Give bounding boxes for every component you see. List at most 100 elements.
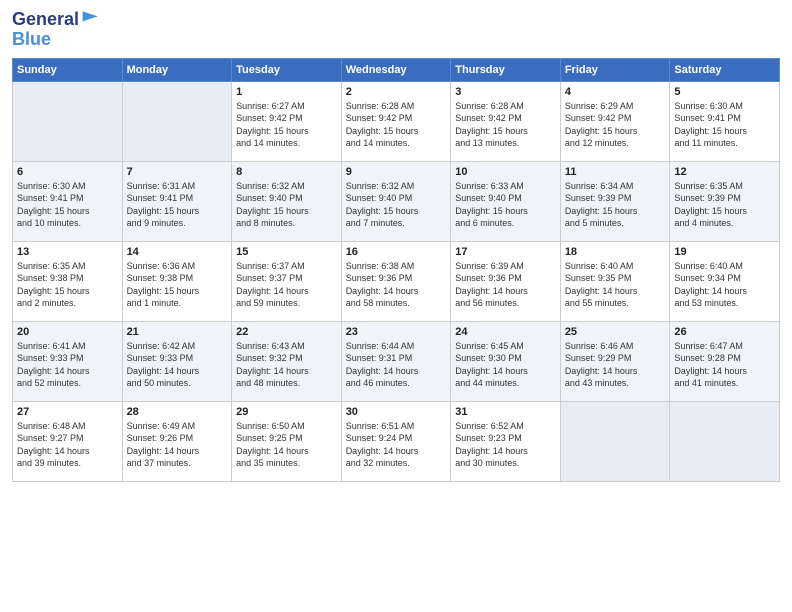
calendar-week-row: 27 Sunrise: 6:48 AM Sunset: 9:27 PM Dayli… [13,401,780,481]
logo-text-blue: Blue [12,30,51,50]
calendar-cell: 5 Sunrise: 6:30 AM Sunset: 9:41 PM Daylig… [670,81,780,161]
weekday-header-monday: Monday [122,58,232,81]
day-number: 18 [565,246,666,258]
calendar-cell: 29 Sunrise: 6:50 AM Sunset: 9:25 PM Dayli… [232,401,342,481]
day-number: 26 [674,326,775,338]
day-info: Sunrise: 6:27 AM Sunset: 9:42 PM Dayligh… [236,100,337,150]
calendar-cell [560,401,670,481]
day-info: Sunrise: 6:50 AM Sunset: 9:25 PM Dayligh… [236,420,337,470]
day-info: Sunrise: 6:28 AM Sunset: 9:42 PM Dayligh… [455,100,556,150]
day-number: 20 [17,326,118,338]
weekday-header-sunday: Sunday [13,58,123,81]
calendar-cell: 3 Sunrise: 6:28 AM Sunset: 9:42 PM Daylig… [451,81,561,161]
weekday-header-thursday: Thursday [451,58,561,81]
day-number: 7 [127,166,228,178]
weekday-header-row: SundayMondayTuesdayWednesdayThursdayFrid… [13,58,780,81]
calendar-cell: 27 Sunrise: 6:48 AM Sunset: 9:27 PM Dayli… [13,401,123,481]
calendar-cell: 13 Sunrise: 6:35 AM Sunset: 9:38 PM Dayli… [13,241,123,321]
calendar-cell: 11 Sunrise: 6:34 AM Sunset: 9:39 PM Dayli… [560,161,670,241]
day-number: 17 [455,246,556,258]
logo-flag-icon [81,8,101,28]
calendar-cell: 19Sunrise: 6:40 AM Sunset: 9:34 PM Dayli… [670,241,780,321]
calendar-cell: 21Sunrise: 6:42 AM Sunset: 9:33 PM Dayli… [122,321,232,401]
day-info: Sunrise: 6:37 AM Sunset: 9:37 PM Dayligh… [236,260,337,310]
calendar-cell: 2 Sunrise: 6:28 AM Sunset: 9:42 PM Daylig… [341,81,451,161]
day-number: 23 [346,326,447,338]
day-number: 11 [565,166,666,178]
day-info: Sunrise: 6:49 AM Sunset: 9:26 PM Dayligh… [127,420,228,470]
day-info: Sunrise: 6:35 AM Sunset: 9:39 PM Dayligh… [674,180,775,230]
day-number: 31 [455,406,556,418]
day-number: 24 [455,326,556,338]
calendar-cell: 7 Sunrise: 6:31 AM Sunset: 9:41 PM Daylig… [122,161,232,241]
day-info: Sunrise: 6:46 AM Sunset: 9:29 PM Dayligh… [565,340,666,390]
calendar-cell: 28 Sunrise: 6:49 AM Sunset: 9:26 PM Dayli… [122,401,232,481]
calendar-week-row: 1 Sunrise: 6:27 AM Sunset: 9:42 PM Daylig… [13,81,780,161]
day-number: 14 [127,246,228,258]
day-info: Sunrise: 6:43 AM Sunset: 9:32 PM Dayligh… [236,340,337,390]
day-info: Sunrise: 6:29 AM Sunset: 9:42 PM Dayligh… [565,100,666,150]
day-info: Sunrise: 6:45 AM Sunset: 9:30 PM Dayligh… [455,340,556,390]
day-number: 27 [17,406,118,418]
day-info: Sunrise: 6:35 AM Sunset: 9:38 PM Dayligh… [17,260,118,310]
calendar-cell: 14 Sunrise: 6:36 AM Sunset: 9:38 PM Dayli… [122,241,232,321]
weekday-header-tuesday: Tuesday [232,58,342,81]
day-number: 16 [346,246,447,258]
day-number: 2 [346,86,447,98]
day-number: 22 [236,326,337,338]
day-number: 19 [674,246,775,258]
day-number: 4 [565,86,666,98]
day-info: Sunrise: 6:47 AM Sunset: 9:28 PM Dayligh… [674,340,775,390]
day-number: 6 [17,166,118,178]
day-number: 30 [346,406,447,418]
day-info: Sunrise: 6:30 AM Sunset: 9:41 PM Dayligh… [17,180,118,230]
header: General Blue [12,10,780,50]
day-info: Sunrise: 6:32 AM Sunset: 9:40 PM Dayligh… [346,180,447,230]
day-info: Sunrise: 6:38 AM Sunset: 9:36 PM Dayligh… [346,260,447,310]
weekday-header-saturday: Saturday [670,58,780,81]
calendar-cell: 10Sunrise: 6:33 AM Sunset: 9:40 PM Dayli… [451,161,561,241]
calendar-cell: 31 Sunrise: 6:52 AM Sunset: 9:23 PM Dayli… [451,401,561,481]
day-info: Sunrise: 6:39 AM Sunset: 9:36 PM Dayligh… [455,260,556,310]
day-info: Sunrise: 6:36 AM Sunset: 9:38 PM Dayligh… [127,260,228,310]
calendar-cell: 17 Sunrise: 6:39 AM Sunset: 9:36 PM Dayli… [451,241,561,321]
calendar-cell: 9Sunrise: 6:32 AM Sunset: 9:40 PM Daylig… [341,161,451,241]
day-info: Sunrise: 6:51 AM Sunset: 9:24 PM Dayligh… [346,420,447,470]
calendar-cell [122,81,232,161]
day-info: Sunrise: 6:34 AM Sunset: 9:39 PM Dayligh… [565,180,666,230]
day-info: Sunrise: 6:30 AM Sunset: 9:41 PM Dayligh… [674,100,775,150]
day-number: 8 [236,166,337,178]
calendar-cell: 12Sunrise: 6:35 AM Sunset: 9:39 PM Dayli… [670,161,780,241]
weekday-header-friday: Friday [560,58,670,81]
calendar-cell: 8 Sunrise: 6:32 AM Sunset: 9:40 PM Daylig… [232,161,342,241]
day-info: Sunrise: 6:31 AM Sunset: 9:41 PM Dayligh… [127,180,228,230]
calendar-cell: 20Sunrise: 6:41 AM Sunset: 9:33 PM Dayli… [13,321,123,401]
calendar-cell: 25 Sunrise: 6:46 AM Sunset: 9:29 PM Dayli… [560,321,670,401]
calendar-table: SundayMondayTuesdayWednesdayThursdayFrid… [12,58,780,482]
calendar-cell: 1 Sunrise: 6:27 AM Sunset: 9:42 PM Daylig… [232,81,342,161]
day-info: Sunrise: 6:44 AM Sunset: 9:31 PM Dayligh… [346,340,447,390]
calendar-cell [13,81,123,161]
day-number: 1 [236,86,337,98]
logo-text-general: General [12,10,79,30]
day-number: 13 [17,246,118,258]
calendar-cell: 4 Sunrise: 6:29 AM Sunset: 9:42 PM Daylig… [560,81,670,161]
day-info: Sunrise: 6:48 AM Sunset: 9:27 PM Dayligh… [17,420,118,470]
calendar-cell: 16 Sunrise: 6:38 AM Sunset: 9:36 PM Dayli… [341,241,451,321]
calendar-cell: 22 Sunrise: 6:43 AM Sunset: 9:32 PM Dayli… [232,321,342,401]
day-number: 25 [565,326,666,338]
day-info: Sunrise: 6:52 AM Sunset: 9:23 PM Dayligh… [455,420,556,470]
day-number: 28 [127,406,228,418]
day-number: 29 [236,406,337,418]
day-number: 3 [455,86,556,98]
day-number: 15 [236,246,337,258]
day-info: Sunrise: 6:32 AM Sunset: 9:40 PM Dayligh… [236,180,337,230]
calendar-cell: 23 Sunrise: 6:44 AM Sunset: 9:31 PM Dayli… [341,321,451,401]
day-info: Sunrise: 6:40 AM Sunset: 9:35 PM Dayligh… [565,260,666,310]
calendar-cell: 18 Sunrise: 6:40 AM Sunset: 9:35 PM Dayli… [560,241,670,321]
weekday-header-wednesday: Wednesday [341,58,451,81]
day-number: 5 [674,86,775,98]
day-info: Sunrise: 6:28 AM Sunset: 9:42 PM Dayligh… [346,100,447,150]
calendar-cell: 24 Sunrise: 6:45 AM Sunset: 9:30 PM Dayli… [451,321,561,401]
calendar-cell: 30 Sunrise: 6:51 AM Sunset: 9:24 PM Dayli… [341,401,451,481]
